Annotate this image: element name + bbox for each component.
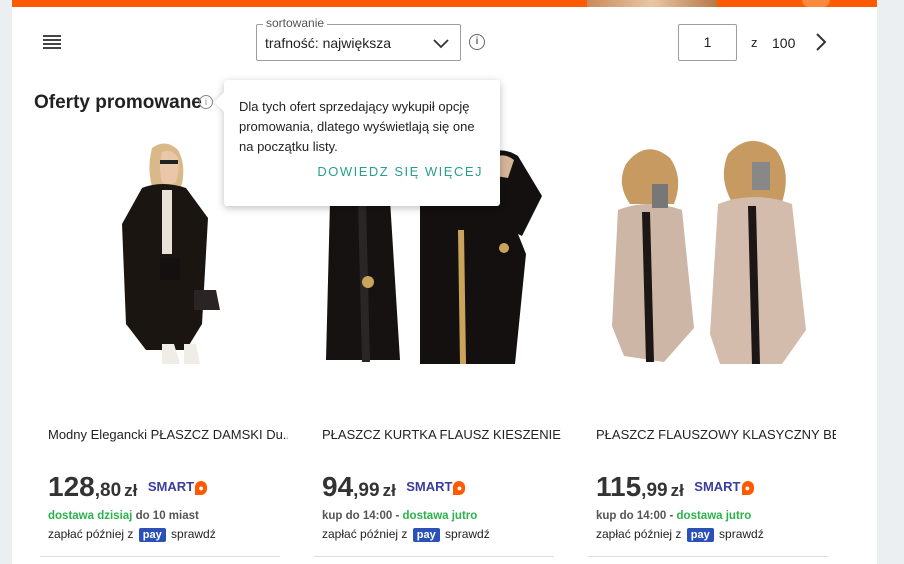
smart-badge: SMART ● (406, 479, 466, 495)
offer-price: 128,80 zł SMART ● (48, 471, 208, 503)
smart-icon: ● (453, 481, 466, 495)
delivery-highlight: dostawa jutro (402, 510, 478, 522)
price-decimal: ,99 (353, 480, 380, 501)
price-decimal: ,99 (641, 480, 668, 501)
sort-label: sortowanie (263, 16, 328, 30)
offer-title[interactable]: PŁASZCZ KURTKA FLAUSZ KIESZENIE Z... (322, 427, 562, 442)
card-divider (314, 556, 554, 564)
card-divider (40, 556, 280, 564)
smart-badge: SMART ● (694, 479, 754, 495)
offer-title[interactable]: Modny Elegancki PŁASZCZ DAMSKI Du... (48, 427, 288, 442)
smart-badge: SMART ● (147, 479, 208, 495)
pay-logo-icon: pay (412, 528, 440, 542)
check-link[interactable]: sprawdź (171, 527, 216, 541)
price-integer: 128 (48, 471, 95, 502)
pay-later-label: zapłać później z (596, 527, 682, 541)
pay-later-info: zapłać później z pay sprawdź (322, 527, 490, 542)
product-image[interactable] (582, 130, 836, 364)
delivery-suffix: do 10 miast (135, 510, 199, 522)
delivery-prefix: kup do 14:00 - (322, 510, 400, 522)
pay-later-info: zapłać później z pay sprawdź (48, 527, 216, 542)
section-title: Oferty promowane (34, 92, 202, 113)
pay-later-label: zapłać później z (48, 527, 134, 541)
price-integer: 115 (596, 471, 642, 502)
price-currency: zł (382, 481, 396, 500)
page-of-label: z (751, 35, 758, 50)
banner-decoration (802, 0, 830, 7)
delivery-info: kup do 14:00 - dostawa jutro (322, 510, 477, 522)
info-icon[interactable]: i (199, 95, 213, 109)
smart-label: SMART (406, 479, 453, 494)
smart-label: SMART (694, 479, 741, 494)
smart-icon: ● (195, 481, 208, 495)
pay-later-info: zapłać później z pay sprawdź (596, 527, 764, 542)
sort-select[interactable]: sortowanie trafność: największa (256, 16, 461, 61)
pay-later-label: zapłać później z (322, 527, 408, 541)
info-icon[interactable]: i (469, 34, 485, 50)
page-number-input[interactable]: 1 (678, 24, 737, 61)
pay-logo-icon: pay (686, 528, 714, 542)
tooltip-text: Dla tych ofert sprzedający wykupił opcję… (239, 99, 475, 154)
sort-value: trafność: największa (265, 35, 392, 51)
chevron-down-icon (433, 39, 449, 49)
smart-icon: ● (741, 481, 754, 495)
listing-panel: sortowanie trafność: największa i 1 z 10… (12, 0, 877, 564)
offer-price: 115,99 zł SMART ● (596, 471, 754, 503)
delivery-info: dostawa dzisiaj do 10 miast (48, 510, 199, 522)
price-integer: 94 (322, 471, 354, 502)
offer-card[interactable]: PŁASZCZ FLAUSZOWY KLASYCZNY BEŻ... 115,9… (582, 120, 836, 564)
list-view-icon[interactable] (43, 35, 61, 49)
price-currency: zł (670, 481, 684, 500)
banner-image (587, 0, 717, 7)
price-decimal: ,80 (94, 480, 122, 501)
pay-logo-icon: pay (138, 528, 166, 542)
learn-more-link[interactable]: DOWIEDZ SIĘ WIĘCEJ (317, 164, 483, 179)
smart-label: SMART (147, 479, 195, 494)
card-divider (588, 556, 828, 564)
chevron-right-icon[interactable] (814, 32, 828, 52)
price-currency: zł (124, 481, 138, 500)
check-link[interactable]: sprawdź (445, 527, 490, 541)
top-banner[interactable] (12, 0, 877, 7)
check-link[interactable]: sprawdź (719, 527, 764, 541)
offer-title[interactable]: PŁASZCZ FLAUSZOWY KLASYCZNY BEŻ... (596, 427, 836, 442)
promoted-tooltip: Dla tych ofert sprzedający wykupił opcję… (214, 80, 500, 206)
tooltip-arrow (214, 92, 234, 112)
delivery-highlight: dostawa jutro (676, 510, 752, 522)
offer-price: 94,99 zł SMART ● (322, 471, 466, 503)
delivery-prefix: kup do 14:00 - (596, 510, 674, 522)
delivery-info: kup do 14:00 - dostawa jutro (596, 510, 751, 522)
delivery-highlight: dostawa dzisiaj (48, 510, 133, 522)
page-total: 100 (772, 35, 796, 51)
